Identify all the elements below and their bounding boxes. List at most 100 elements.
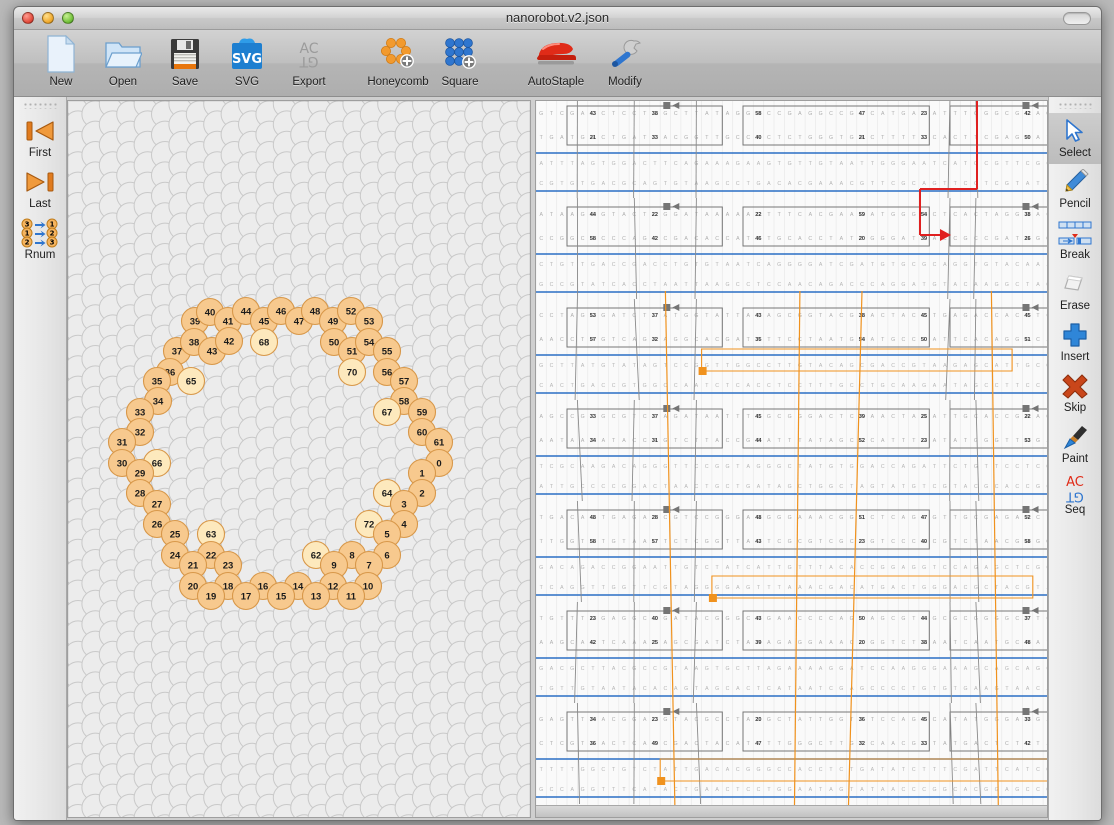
rail-item-erase[interactable]: Erase: [1049, 266, 1101, 317]
toolbar-button-square[interactable]: Square: [429, 34, 491, 88]
svg-text:C: C: [539, 741, 543, 747]
svg-text:G: G: [881, 236, 885, 242]
slice-helix[interactable]: 15: [268, 583, 295, 610]
svg-text:G: G: [622, 135, 626, 141]
rail-item-paint[interactable]: Paint: [1049, 419, 1101, 470]
svg-text:G: G: [1036, 539, 1040, 545]
toolbar-toggle-button[interactable]: [1063, 12, 1091, 25]
svg-text:G: G: [715, 585, 719, 591]
svg-text:A: A: [974, 313, 978, 319]
path-view-panel[interactable]: GTCGACCTCCTCGCTTATAGGTCCGAGGCCGCCATGATAT…: [535, 100, 1048, 818]
svg-text:A: A: [1026, 181, 1030, 187]
svg-text:C: C: [612, 565, 616, 571]
rail-item-insert[interactable]: Insert: [1049, 317, 1101, 368]
svg-text:G: G: [663, 111, 667, 117]
svg-text:G: G: [581, 686, 585, 692]
svg-text:G: G: [684, 686, 688, 692]
svg-text:23: 23: [921, 111, 927, 117]
slice-view-panel[interactable]: 3940414445464748495253373843426850515455…: [67, 100, 531, 818]
svg-text:A: A: [664, 767, 668, 773]
rail-item-break[interactable]: Break: [1049, 215, 1101, 266]
rail-item-skip[interactable]: Skip: [1049, 368, 1101, 419]
rail-item-rnum[interactable]: 3 1 2 1 2 3 Rnum: [14, 215, 66, 266]
slice-helix[interactable]: 68: [251, 329, 278, 356]
svg-text:36: 36: [859, 717, 865, 723]
title-bar: nanorobot.v2.json: [14, 7, 1101, 30]
svg-text:C: C: [560, 666, 564, 672]
svg-text:A: A: [953, 282, 957, 288]
slice-helix[interactable]: 19: [198, 583, 225, 610]
rail-item-first[interactable]: First: [14, 113, 66, 164]
slice-helix[interactable]: 42: [216, 328, 243, 355]
svg-text:C: C: [871, 111, 875, 117]
svg-text:A: A: [860, 262, 864, 268]
slice-helix[interactable]: 67: [374, 399, 401, 426]
toolbar-button-new[interactable]: New: [30, 34, 92, 88]
panel-divider[interactable]: [531, 97, 534, 821]
rail-grip-right[interactable]: [1058, 102, 1092, 109]
path-hscrollbar[interactable]: [536, 805, 1047, 817]
svg-text:C: C: [881, 313, 885, 319]
svg-text:C: C: [1005, 111, 1009, 117]
rail-grip-left[interactable]: [23, 102, 57, 109]
toolbar-button-open[interactable]: Open: [92, 34, 154, 88]
svg-text:G: G: [932, 282, 936, 288]
svg-text:A: A: [871, 616, 875, 622]
slice-lattice-canvas[interactable]: 3940414445464748495253373843426850515455…: [68, 101, 530, 818]
toolbar-button-modify[interactable]: Modify: [594, 34, 656, 88]
toolbar-button-save[interactable]: Save: [154, 34, 216, 88]
main-toolbar: New Open: [14, 30, 1101, 97]
slice-helix[interactable]: 70: [339, 359, 366, 386]
svg-text:C: C: [933, 212, 937, 218]
svg-text:G: G: [932, 181, 936, 187]
svg-text:A: A: [1036, 135, 1040, 141]
svg-text:G: G: [829, 717, 833, 723]
rail-item-seq[interactable]: AC GT Seq: [1049, 470, 1101, 521]
svg-text:G: G: [808, 640, 812, 646]
svg-text:A: A: [860, 484, 864, 490]
svg-text:G: G: [963, 236, 967, 242]
svg-text:G: G: [953, 262, 957, 268]
svg-text:33: 33: [921, 135, 927, 141]
svg-text:A: A: [746, 717, 750, 723]
svg-text:G: G: [808, 313, 812, 319]
svg-text:A: A: [746, 161, 750, 167]
svg-text:G: G: [984, 111, 988, 117]
svg-text:G: G: [591, 262, 595, 268]
svg-text:16: 16: [258, 582, 269, 593]
slice-helix[interactable]: 65: [178, 368, 205, 395]
svg-text:50: 50: [329, 338, 340, 349]
svg-text:C: C: [871, 135, 875, 141]
svg-text:A: A: [819, 181, 823, 187]
svg-text:A: A: [922, 464, 926, 470]
toolbar-button-export[interactable]: AC GT Export: [278, 34, 340, 88]
rail-item-pencil[interactable]: Pencil: [1049, 164, 1101, 215]
slice-helix[interactable]: 13: [303, 583, 330, 610]
svg-text:A: A: [653, 686, 657, 692]
toolbar-button-honeycomb[interactable]: Honeycomb: [367, 34, 429, 88]
svg-text:57: 57: [652, 539, 658, 545]
svg-text:G: G: [870, 236, 874, 242]
rail-item-select[interactable]: Select: [1049, 113, 1101, 164]
rail-label-last: Last: [29, 198, 51, 210]
svg-text:G: G: [984, 438, 988, 444]
path-strand-canvas[interactable]: GTCGACCTCCTCGCTTATAGGTCCGAGGCCGCCATGATAT…: [536, 101, 1048, 813]
svg-text:C: C: [539, 262, 543, 268]
svg-text:A: A: [746, 640, 750, 646]
svg-text:A: A: [1005, 135, 1009, 141]
svg-text:C: C: [1036, 337, 1040, 343]
svg-text:A: A: [664, 640, 668, 646]
svg-text:G: G: [539, 787, 543, 793]
slice-helix[interactable]: 17: [233, 583, 260, 610]
svg-text:A: A: [664, 135, 668, 141]
toolbar-button-svg[interactable]: SVG SVG: [216, 34, 278, 88]
svg-text:G: G: [674, 181, 678, 187]
svg-text:C: C: [767, 383, 771, 389]
toolbar-button-autostaple[interactable]: AutoStaple: [518, 34, 594, 88]
slice-helix[interactable]: 11: [338, 583, 365, 610]
svg-text:G: G: [539, 282, 543, 288]
svg-text:G: G: [1036, 666, 1040, 672]
svg-text:A: A: [943, 640, 947, 646]
svg-text:G: G: [570, 484, 574, 490]
rail-item-last[interactable]: Last: [14, 164, 66, 215]
